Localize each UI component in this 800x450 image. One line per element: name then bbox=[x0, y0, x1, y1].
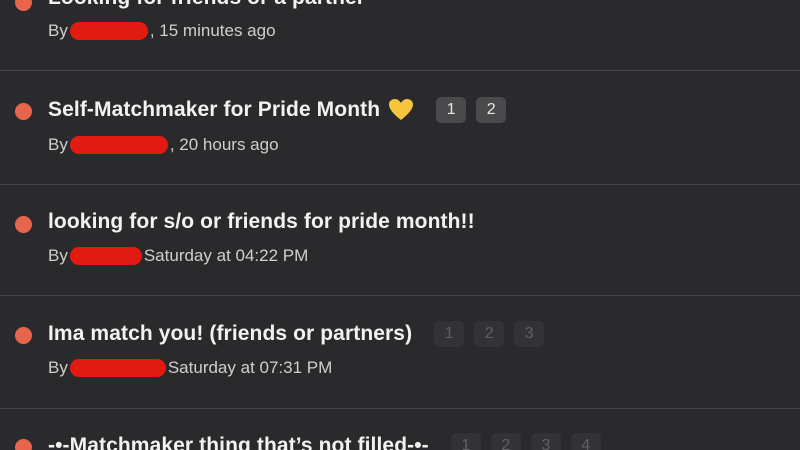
thread-timestamp: , 20 hours ago bbox=[169, 135, 279, 154]
by-label: By bbox=[48, 21, 68, 40]
thread-timestamp: Saturday at 07:31 PM bbox=[167, 358, 333, 377]
page-link-2[interactable]: 2 bbox=[476, 97, 507, 123]
redacted-author bbox=[69, 22, 148, 40]
page-link-1[interactable]: 1 bbox=[450, 433, 481, 450]
by-label: By bbox=[48, 246, 68, 265]
thread-item[interactable]: Looking for friends or a partner By , 15… bbox=[0, 0, 800, 70]
thread-item[interactable]: Self-Matchmaker for Pride Month 1 2 By ,… bbox=[0, 71, 800, 184]
thread-timestamp: , 15 minutes ago bbox=[149, 21, 276, 40]
unread-indicator bbox=[15, 327, 32, 344]
pagination: 1 2 3 bbox=[434, 321, 545, 347]
thread-title[interactable]: Looking for friends or a partner bbox=[48, 0, 365, 10]
thread-list: Looking for friends or a partner By , 15… bbox=[0, 0, 800, 450]
page-link-3[interactable]: 3 bbox=[530, 433, 561, 450]
redacted-author bbox=[69, 136, 168, 154]
thread-title[interactable]: Self-Matchmaker for Pride Month bbox=[48, 98, 380, 122]
page-link-3[interactable]: 3 bbox=[514, 321, 545, 347]
pagination: 1 2 bbox=[436, 97, 507, 123]
page-link-2[interactable]: 2 bbox=[474, 321, 505, 347]
thread-item[interactable]: looking for s/o or friends for pride mon… bbox=[0, 185, 800, 295]
thread-item[interactable]: -•-Matchmaker thing that’s not filled-•-… bbox=[0, 409, 800, 450]
redacted-author bbox=[69, 247, 142, 265]
thread-title[interactable]: Ima match you! (friends or partners) bbox=[48, 322, 412, 346]
redacted-author bbox=[69, 359, 166, 377]
unread-indicator bbox=[15, 216, 32, 233]
unread-indicator bbox=[15, 0, 32, 11]
thread-title[interactable]: -•-Matchmaker thing that’s not filled-•- bbox=[48, 434, 429, 450]
pagination: 1 2 3 4 bbox=[450, 433, 601, 450]
unread-indicator bbox=[15, 103, 32, 120]
page-link-4[interactable]: 4 bbox=[570, 433, 601, 450]
thread-item[interactable]: Ima match you! (friends or partners) 1 2… bbox=[0, 296, 800, 408]
by-label: By bbox=[48, 135, 68, 154]
page-link-2[interactable]: 2 bbox=[490, 433, 521, 450]
page-link-1[interactable]: 1 bbox=[434, 321, 465, 347]
thread-title[interactable]: looking for s/o or friends for pride mon… bbox=[48, 210, 475, 234]
by-label: By bbox=[48, 358, 68, 377]
yellow-heart-icon bbox=[388, 98, 414, 122]
thread-timestamp: Saturday at 04:22 PM bbox=[143, 246, 309, 265]
page-link-1[interactable]: 1 bbox=[436, 97, 467, 123]
unread-indicator bbox=[15, 439, 32, 450]
